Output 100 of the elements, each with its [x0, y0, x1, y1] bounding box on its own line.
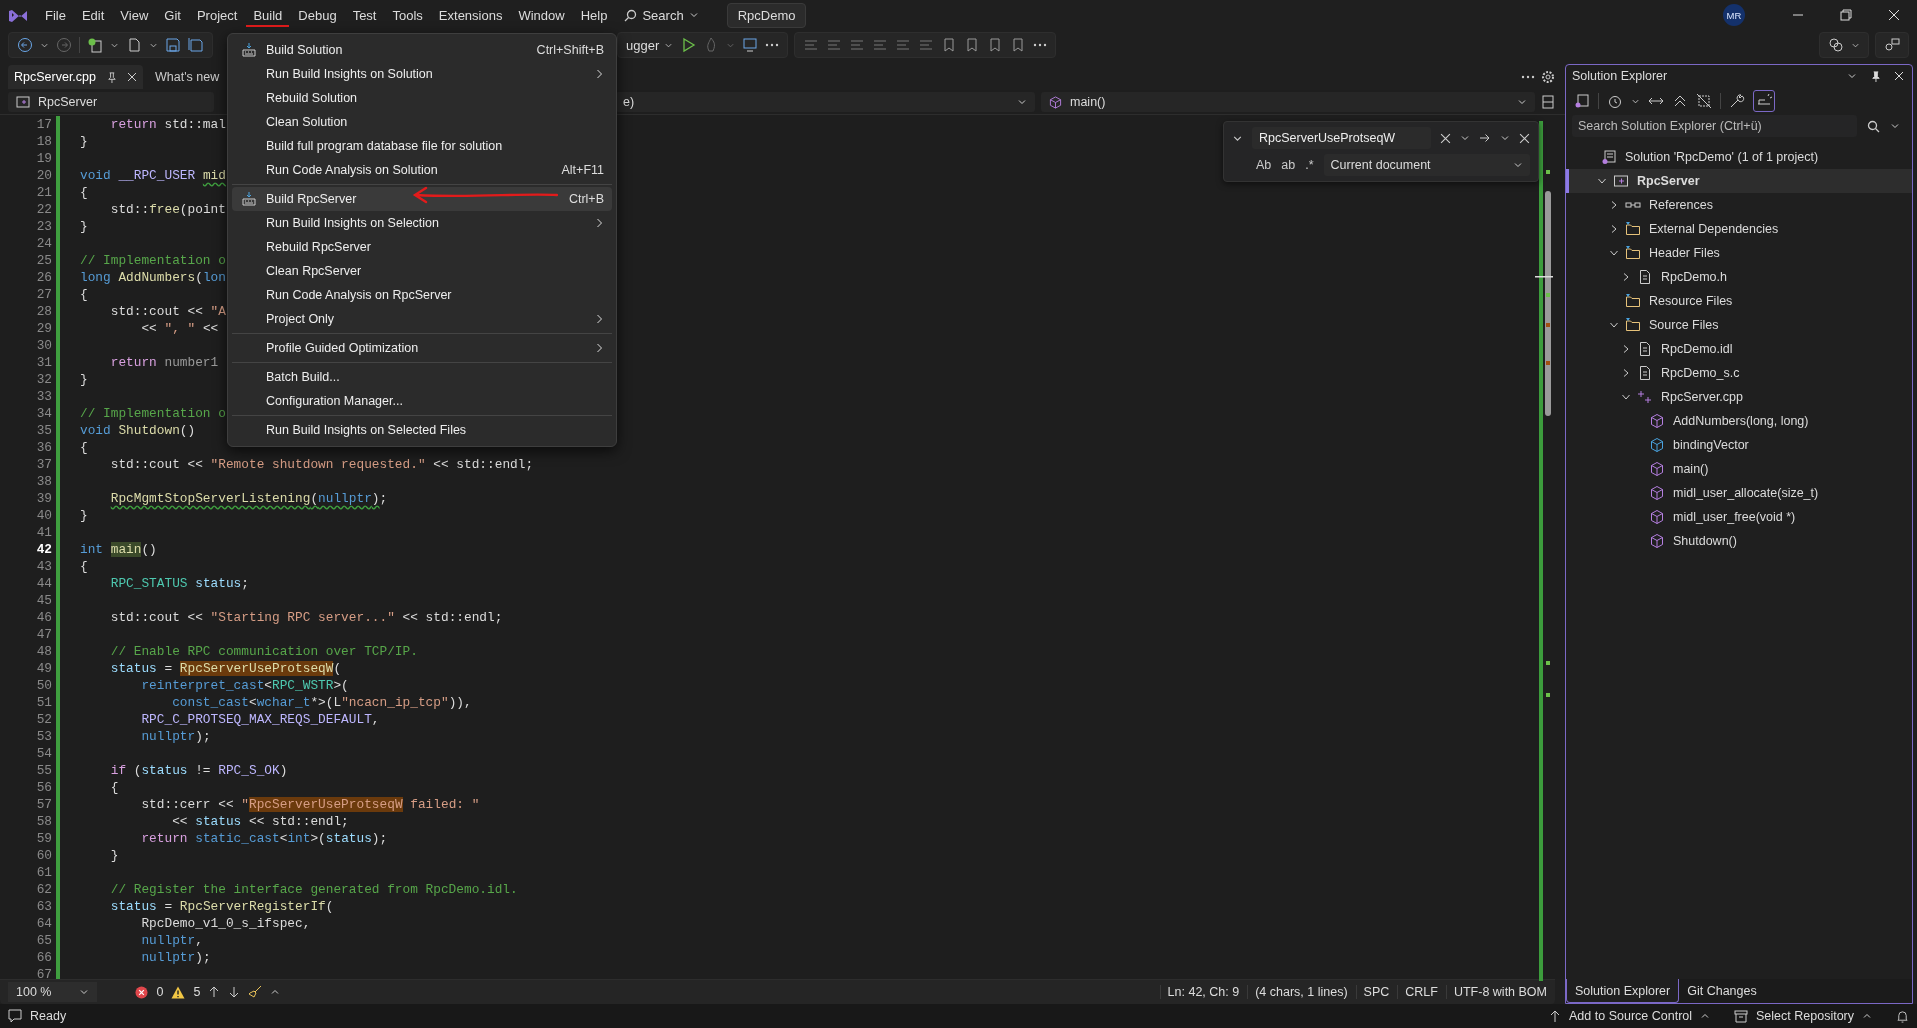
broom-icon[interactable] — [248, 985, 263, 999]
search-icon[interactable] — [1867, 119, 1880, 133]
save-all-icon[interactable] — [188, 37, 204, 53]
menu-item[interactable]: Build Solution Ctrl+Shift+B — [232, 38, 612, 62]
tree-item[interactable]: RpcDemo.h — [1566, 265, 1912, 289]
tree-item[interactable]: AddNumbers(long, long) — [1566, 409, 1912, 433]
find-option[interactable]: Ab — [1256, 158, 1272, 172]
close-icon[interactable] — [127, 72, 137, 82]
menu-item[interactable]: Project Only — [232, 307, 612, 331]
selection-info[interactable]: (4 chars, 1 lines) — [1247, 985, 1348, 999]
chevron-right-icon[interactable] — [1621, 272, 1631, 282]
up-arrow-icon[interactable] — [208, 986, 221, 998]
chevron-right-icon[interactable] — [1609, 200, 1619, 210]
bell-icon[interactable] — [1896, 1009, 1909, 1023]
menu-item[interactable]: Profile Guided Optimization — [232, 336, 612, 360]
collapse-icon[interactable] — [1672, 93, 1688, 109]
clear-icon[interactable] — [1440, 132, 1451, 144]
caret-icon[interactable] — [270, 987, 281, 997]
scope-dropdown[interactable]: e) — [615, 92, 1035, 112]
tree-item[interactable]: Shutdown() — [1566, 529, 1912, 553]
tree-item[interactable]: External Dependencies — [1566, 217, 1912, 241]
menu-item[interactable]: View — [113, 3, 156, 27]
find-option[interactable]: .* — [1305, 158, 1314, 172]
chevron-right-icon[interactable] — [1621, 344, 1631, 354]
preview-icon[interactable] — [1753, 90, 1775, 112]
arrow-icon[interactable] — [1479, 132, 1491, 144]
search-field[interactable]: Search Solution Explorer (Ctrl+ü) — [1572, 115, 1857, 137]
menu-item[interactable]: Debug — [291, 3, 344, 27]
menu-item[interactable]: Clean RpcServer — [232, 259, 612, 283]
menu-item[interactable]: Project — [189, 3, 245, 27]
caret-icon[interactable] — [1847, 71, 1857, 81]
chevron-down-icon[interactable] — [1609, 320, 1619, 330]
caret-icon[interactable] — [1460, 133, 1470, 143]
caret-icon[interactable] — [1890, 121, 1900, 131]
tree-item[interactable]: RpcDemo_s.c — [1566, 361, 1912, 385]
encoding[interactable]: UTF-8 with BOM — [1445, 985, 1547, 999]
menu-item[interactable]: Run Code Analysis on Solution Alt+F11 — [232, 158, 612, 182]
indent-mode[interactable]: SPC — [1355, 985, 1390, 999]
menu-item[interactable]: Rebuild RpcServer — [232, 235, 612, 259]
tree-item[interactable]: RpcServer.cpp — [1566, 385, 1912, 409]
close-icon[interactable] — [1894, 71, 1904, 81]
filter-icon[interactable] — [1696, 93, 1712, 109]
menu-item[interactable]: Help — [573, 3, 615, 27]
menu-item[interactable]: File — [38, 3, 73, 27]
history-icon[interactable] — [1607, 93, 1623, 109]
cursor-position[interactable]: Ln: 42, Ch: 9 — [1159, 985, 1240, 999]
chevron-right-icon[interactable] — [1609, 224, 1619, 234]
menu-item[interactable]: Build RpcServer Ctrl+B — [232, 187, 612, 211]
caret-icon[interactable] — [1500, 133, 1510, 143]
error-icon[interactable] — [135, 985, 149, 999]
panel-tab[interactable]: Git Changes — [1679, 979, 1765, 1003]
forward-icon[interactable] — [56, 37, 72, 53]
project-dropdown[interactable]: RpcServer — [8, 92, 214, 112]
feedback-icon[interactable] — [1884, 37, 1900, 53]
solution-name[interactable]: RpcDemo — [726, 2, 807, 28]
tree-item[interactable]: References — [1566, 193, 1912, 217]
menu-item[interactable]: Edit — [74, 3, 112, 27]
warning-count[interactable]: 5 — [193, 985, 201, 999]
restore-icon[interactable] — [1840, 9, 1852, 21]
tree-item[interactable]: midl_user_free(void *) — [1566, 505, 1912, 529]
menu-item[interactable]: Extensions — [431, 3, 510, 27]
tree-item[interactable]: Source Files — [1566, 313, 1912, 337]
source-control-button[interactable]: Add to Source Control — [1549, 1009, 1711, 1023]
tree-item[interactable]: RpcServer — [1566, 169, 1912, 193]
down-arrow-icon[interactable] — [228, 986, 241, 998]
pin-icon[interactable] — [106, 71, 117, 83]
menu-item[interactable]: Run Code Analysis on RpcServer — [232, 283, 612, 307]
new-item-icon[interactable] — [87, 37, 103, 53]
close-icon[interactable] — [1888, 9, 1900, 21]
menu-item[interactable]: Run Build Insights on Solution — [232, 62, 612, 86]
tree-item[interactable]: midl_user_allocate(size_t) — [1566, 481, 1912, 505]
chevron-down-icon[interactable] — [1621, 392, 1631, 402]
menu-item[interactable]: Window — [511, 3, 572, 27]
debugger-dropdown[interactable]: ugger — [626, 37, 674, 53]
tree-item[interactable]: Resource Files — [1566, 289, 1912, 313]
menu-item[interactable]: Test — [345, 3, 384, 27]
menu-item[interactable]: Configuration Manager... — [232, 389, 612, 413]
menu-item[interactable]: Batch Build... — [232, 365, 612, 389]
search-field[interactable]: RpcServerUseProtseqW — [1252, 127, 1431, 149]
scope-dropdown[interactable]: Current document — [1323, 154, 1530, 176]
tree-item[interactable]: RpcDemo.idl — [1566, 337, 1912, 361]
tree-item[interactable]: Header Files — [1566, 241, 1912, 265]
panel-tab[interactable]: Solution Explorer — [1566, 979, 1680, 1003]
comment-icon[interactable] — [8, 1009, 22, 1023]
menu-item[interactable]: Git — [157, 3, 188, 27]
menu-item[interactable]: Build — [246, 3, 290, 27]
find-option[interactable]: ab — [1281, 158, 1296, 172]
scrollbar[interactable] — [1535, 121, 1555, 981]
wrench-icon[interactable] — [1729, 93, 1745, 109]
search-menu[interactable]: Search — [616, 3, 707, 27]
solution-icon[interactable] — [1574, 93, 1590, 109]
back-icon[interactable] — [17, 37, 33, 53]
avatar[interactable]: MR — [1723, 4, 1745, 26]
error-count[interactable]: 0 — [156, 985, 164, 999]
member-dropdown[interactable]: main() — [1041, 92, 1535, 112]
menu-item[interactable]: Clean Solution — [232, 110, 612, 134]
repository-button[interactable]: Select Repository — [1734, 1009, 1872, 1023]
warning-icon[interactable] — [171, 985, 186, 999]
tree-item[interactable]: Solution 'RpcDemo' (1 of 1 project) — [1566, 145, 1912, 169]
settings-icon[interactable] — [1541, 70, 1555, 84]
